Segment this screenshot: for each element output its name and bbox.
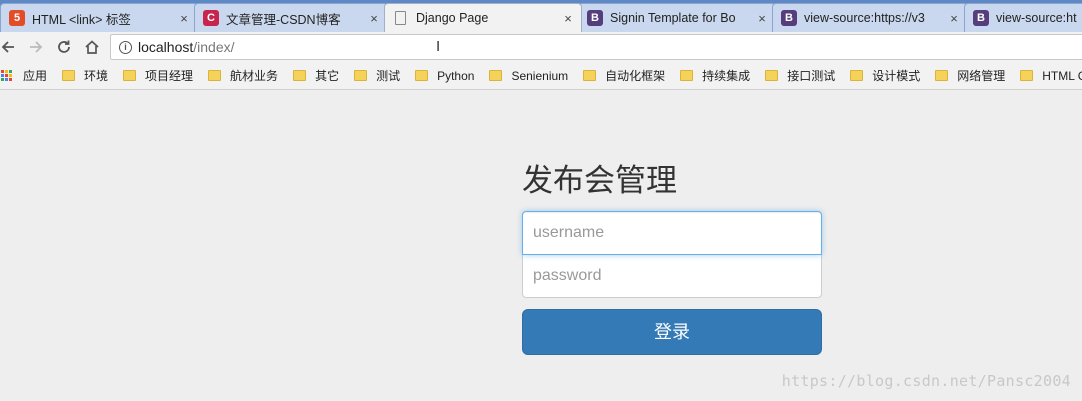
bookmark-folder[interactable]: 持续集成: [680, 67, 750, 84]
tab-csdn[interactable]: C 文章管理-CSDN博客 ×: [194, 3, 388, 32]
csdn-icon: C: [203, 10, 219, 26]
tab-title: HTML <link> 标签: [32, 12, 131, 27]
bootstrap-icon: B: [587, 10, 603, 26]
signin-form: 发布会管理 登录: [522, 161, 822, 355]
bookmark-folder[interactable]: 自动化框架: [583, 67, 665, 84]
login-button[interactable]: 登录: [522, 309, 822, 355]
folder-icon: [1020, 70, 1034, 81]
folder-icon: [935, 70, 949, 81]
bookmark-label: Senienium: [511, 68, 569, 83]
folder-icon: [354, 70, 368, 81]
bookmark-folder[interactable]: 项目经理: [123, 67, 193, 84]
bookmark-label: 环境: [84, 69, 109, 83]
tab-view-source-1[interactable]: B view-source:https://v3 ×: [772, 3, 968, 32]
bookmark-label: 其它: [315, 69, 340, 83]
bookmark-folder[interactable]: Python: [415, 69, 474, 83]
bookmark-folder[interactable]: 测试: [354, 67, 400, 84]
tab-title: Signin Template for Bo: [610, 11, 736, 25]
arrow-right-icon: [30, 41, 43, 53]
folder-icon: [489, 70, 503, 81]
bookmark-folder[interactable]: 设计模式: [850, 67, 920, 84]
text-cursor-icon: I: [436, 38, 441, 55]
tab-title: view-source:https://v3: [804, 11, 925, 25]
username-input[interactable]: [522, 211, 822, 255]
page-content: 发布会管理 登录 https://blog.csdn.net/Pansc2004: [0, 91, 1082, 401]
tab-strip: 5 HTML <link> 标签 × C 文章管理-CSDN博客 × Djang…: [0, 0, 1082, 32]
close-icon[interactable]: ×: [367, 11, 381, 26]
folder-icon: [680, 70, 694, 81]
url-host: localhost: [138, 39, 194, 55]
arrow-left-icon: [1, 41, 14, 53]
bookmark-label: 网络管理: [957, 69, 1006, 83]
tab-title: 文章管理-CSDN博客: [226, 12, 341, 27]
bookmark-label: 自动化框架: [605, 69, 666, 83]
bookmark-folder[interactable]: 其它: [293, 67, 339, 84]
forward-button[interactable]: [22, 33, 50, 61]
bookmark-folder[interactable]: HTML C: [1020, 69, 1082, 83]
bookmark-label: 测试: [376, 69, 401, 83]
folder-icon: [583, 70, 597, 81]
tab-html-link[interactable]: 5 HTML <link> 标签 ×: [0, 3, 198, 32]
close-icon[interactable]: ×: [947, 11, 961, 26]
folder-icon: [123, 70, 137, 81]
bookmark-apps[interactable]: 应用: [0, 67, 47, 84]
bookmark-folder[interactable]: 网络管理: [935, 67, 1005, 84]
home-button[interactable]: [78, 33, 106, 61]
folder-icon: [765, 70, 779, 81]
tab-title: view-source:ht: [996, 11, 1077, 25]
watermark: https://blog.csdn.net/Pansc2004: [781, 372, 1071, 390]
folder-icon: [293, 70, 307, 81]
page-icon: [395, 11, 406, 25]
tab-view-source-2[interactable]: B view-source:ht: [964, 3, 1082, 32]
close-icon[interactable]: ×: [177, 11, 191, 26]
password-input[interactable]: [522, 254, 822, 298]
html5-icon: 5: [9, 10, 25, 26]
reload-button[interactable]: [50, 33, 78, 61]
tab-signin-template[interactable]: B Signin Template for Bo ×: [578, 3, 776, 32]
bookmark-folder[interactable]: 接口测试: [765, 67, 835, 84]
bookmark-folder[interactable]: 航材业务: [208, 67, 278, 84]
bookmark-label: 应用: [23, 69, 48, 83]
apps-grid-icon: [1, 69, 13, 82]
bookmarks-bar: 应用 环境 项目经理 航材业务 其它 测试 Python Senienium 自…: [0, 62, 1082, 90]
info-icon[interactable]: i: [119, 40, 132, 54]
tab-django-page[interactable]: Django Page ×: [384, 3, 582, 32]
bookmark-label: HTML C: [1042, 68, 1082, 83]
bookmark-label: 持续集成: [702, 69, 751, 83]
bookmark-folder[interactable]: 环境: [62, 67, 108, 84]
browser-toolbar: i localhost/index/ I: [0, 32, 1082, 62]
page-title: 发布会管理: [522, 163, 677, 198]
folder-icon: [62, 70, 76, 81]
back-button[interactable]: [0, 33, 22, 61]
bookmark-label: 设计模式: [872, 69, 921, 83]
folder-icon: [208, 70, 222, 81]
home-icon: [85, 40, 99, 54]
tab-title: Django Page: [416, 11, 489, 25]
address-bar[interactable]: i localhost/index/ I: [110, 34, 1082, 60]
bootstrap-icon: B: [973, 10, 989, 26]
bookmark-label: 航材业务: [230, 69, 279, 83]
bookmark-folder[interactable]: Senienium: [489, 69, 568, 83]
bookmark-label: Python: [437, 68, 475, 83]
bookmark-label: 项目经理: [145, 69, 194, 83]
folder-icon: [415, 70, 429, 81]
folder-icon: [850, 70, 864, 81]
close-icon[interactable]: ×: [755, 11, 769, 26]
bootstrap-icon: B: [781, 10, 797, 26]
reload-icon: [58, 40, 70, 53]
bookmark-label: 接口测试: [787, 69, 836, 83]
close-icon[interactable]: ×: [561, 11, 575, 26]
url-path: /index/: [193, 39, 235, 55]
